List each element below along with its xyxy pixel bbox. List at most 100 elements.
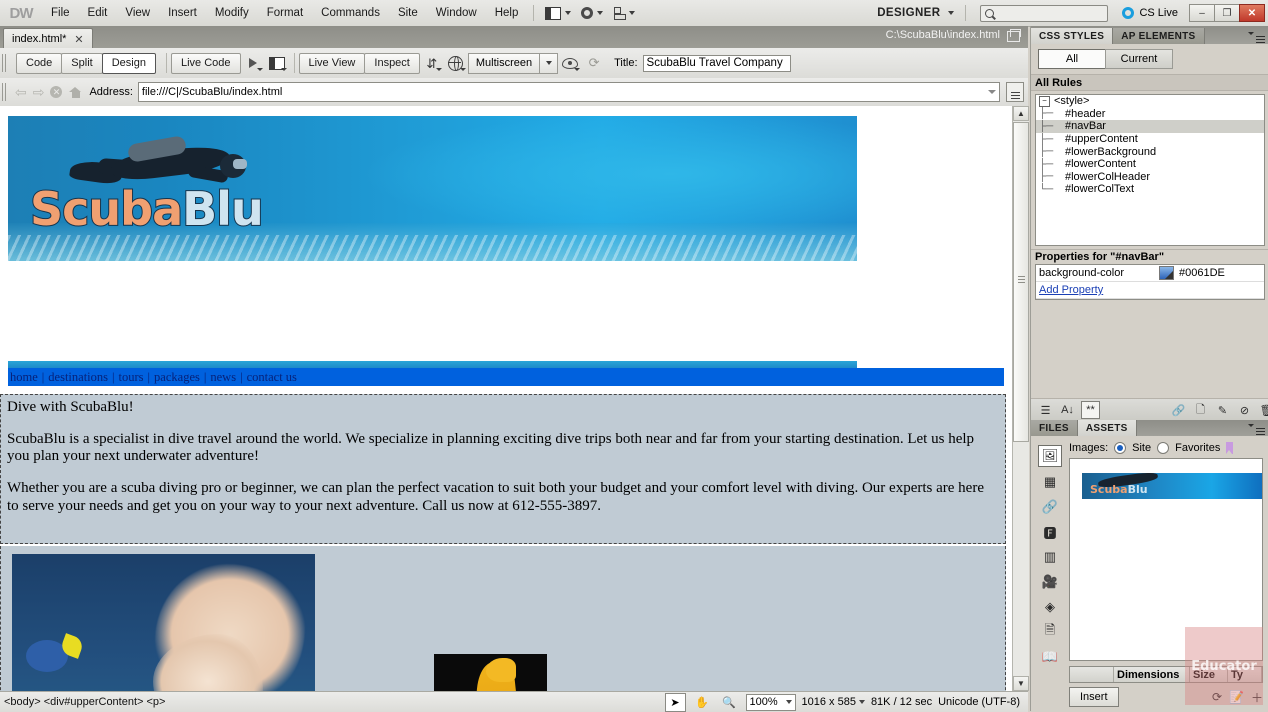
colors-icon[interactable]: ▦ [1039,472,1061,492]
assets-options-menu-button[interactable] [1248,424,1265,433]
movies-icon[interactable]: 🎥 [1039,572,1061,592]
radio-site-icon[interactable] [1114,442,1127,454]
select-tool-icon[interactable]: ➤ [664,692,686,712]
tab-files[interactable]: FILES [1031,420,1078,436]
menu-modify[interactable]: Modify [206,3,258,23]
minimize-button[interactable]: – [1189,4,1215,22]
design-view-button[interactable]: Design [101,52,156,74]
restore-button[interactable]: ❐ [1214,4,1240,22]
delete-rule-icon[interactable]: 🗑 [1258,402,1268,418]
close-icon[interactable]: ✕ [74,33,83,46]
panel-options-menu-button[interactable] [1248,32,1265,41]
css-filter-all[interactable]: All [1038,49,1106,69]
document-tab-index-html[interactable]: index.html* ✕ [3,28,93,49]
menu-commands[interactable]: Commands [312,3,389,23]
chevron-down-icon[interactable] [988,90,996,94]
tree-row-navbar[interactable]: ├─ #navBar [1036,120,1264,133]
upper-content-div[interactable]: Dive with ScubaBlu! ScubaBlu is a specia… [0,394,1006,544]
category-view-icon[interactable]: ☰ [1037,402,1054,418]
document-vertical-scrollbar[interactable]: ▲ ▼ [1012,106,1029,691]
menu-help[interactable]: Help [486,3,528,23]
photo-seahorse[interactable] [434,654,547,691]
insert-button[interactable]: Insert [1069,687,1119,707]
scroll-down-icon[interactable]: ▼ [1013,676,1029,691]
nav-link-news[interactable]: news [210,370,236,385]
refresh-icon[interactable]: ⟳ [583,53,605,73]
window-size-select[interactable]: 1016 x 585 [802,696,865,708]
workspace-switcher[interactable]: DESIGNER [868,5,959,21]
preview-browser-icon[interactable] [445,53,467,73]
back-icon[interactable]: ⇦ [15,84,27,101]
scroll-up-icon[interactable]: ▲ [1013,106,1029,121]
tab-assets[interactable]: ASSETS [1077,420,1137,436]
css-rules-tree[interactable]: − <style> ├─ #header ├─ #navBar ├─ #uppe… [1035,94,1265,246]
urls-icon[interactable]: 🔗 [1039,497,1061,517]
radio-favorites-icon[interactable] [1157,442,1170,454]
code-view-button[interactable]: Code [16,52,63,74]
column-name[interactable] [1070,667,1114,682]
split-view-button[interactable]: Split [61,52,103,74]
flash-icon[interactable]: 🅵 [1039,522,1061,542]
menu-window[interactable]: Window [427,3,486,23]
property-row[interactable]: background-color #0061DE [1036,265,1264,282]
tab-css-styles[interactable]: CSS STYLES [1031,28,1114,44]
addressbar-grip[interactable] [2,83,8,101]
search-input[interactable] [980,4,1109,22]
page-title-input[interactable] [642,54,791,72]
hand-tool-icon[interactable]: ✋ [692,693,713,712]
radio-favorites-label[interactable]: Favorites [1175,442,1220,454]
library-icon[interactable]: 📖 [1039,647,1061,667]
css-filter-current[interactable]: Current [1105,49,1173,69]
address-input[interactable]: file:///C|/ScubaBlu/index.html [137,82,1000,102]
tag-selector[interactable]: <body> <div#upperContent> <p> [0,696,165,708]
live-code-settings-icon[interactable] [266,53,288,73]
column-dimensions[interactable]: Dimensions [1114,667,1190,682]
shockwave-icon[interactable]: ▥ [1039,547,1061,567]
new-rule-icon[interactable]: 🗋 [1192,402,1209,418]
favorites-bookmark-icon[interactable] [1226,442,1234,454]
home-icon[interactable] [69,86,82,98]
disable-property-icon[interactable]: ⊘ [1236,402,1253,418]
images-icon[interactable]: 🖼 [1038,445,1062,467]
extend-dreamweaver-button[interactable] [608,5,640,21]
tree-row-header[interactable]: ├─ #header [1036,108,1264,121]
tree-row-lowercolheader[interactable]: ├─ #lowerColHeader [1036,171,1264,184]
tree-row-lowercontent[interactable]: ├─ #lowerContent [1036,158,1264,171]
scrollbar-thumb[interactable] [1013,122,1029,442]
nav-link-packages[interactable]: packages [154,370,200,385]
live-view-button[interactable]: Live View [298,52,366,74]
menu-file[interactable]: File [42,3,79,23]
browser-list-button[interactable] [1006,82,1024,102]
asset-thumbnail-banner[interactable]: ScubaBlu [1082,473,1262,499]
radio-site-label[interactable]: Site [1132,442,1151,454]
menu-insert[interactable]: Insert [159,3,206,23]
visual-aids-icon[interactable] [559,53,581,73]
set-properties-icon[interactable]: ** [1081,401,1100,419]
lower-content-div[interactable] [0,546,1006,691]
collapse-icon[interactable]: − [1039,95,1050,107]
multiscreen-button[interactable]: Multiscreen [467,52,541,74]
site-setup-button[interactable] [576,5,608,21]
live-code-button[interactable]: Live Code [170,52,241,74]
menu-edit[interactable]: Edit [79,3,117,23]
edit-rule-icon[interactable]: ✎ [1214,402,1231,418]
color-picker-icon[interactable] [1159,266,1174,280]
property-value[interactable]: #0061DE [1179,267,1264,279]
nav-link-destinations[interactable]: destinations [48,370,108,385]
close-button[interactable]: ✕ [1239,4,1265,22]
menu-format[interactable]: Format [258,3,312,23]
tree-row-lowercoltext[interactable]: └─ #lowerColText [1036,183,1264,196]
scripts-icon[interactable]: ◈ [1039,597,1061,617]
nav-link-tours[interactable]: tours [119,370,144,385]
tree-row-lowerbackground[interactable]: ├─ #lowerBackground [1036,145,1264,158]
live-view-options-icon[interactable] [242,53,264,73]
file-management-icon[interactable]: ⇵ [421,53,443,73]
photo-yellow-tang[interactable] [12,554,315,691]
cs-live-button[interactable]: CS Live [1116,7,1184,19]
list-view-icon[interactable]: A↓ [1059,402,1076,418]
toolbar-grip[interactable] [2,54,8,72]
layout-switcher-button[interactable] [540,5,576,22]
forward-icon[interactable]: ⇨ [33,84,45,101]
add-property-row[interactable]: Add Property [1036,282,1264,299]
menu-view[interactable]: View [116,3,159,23]
